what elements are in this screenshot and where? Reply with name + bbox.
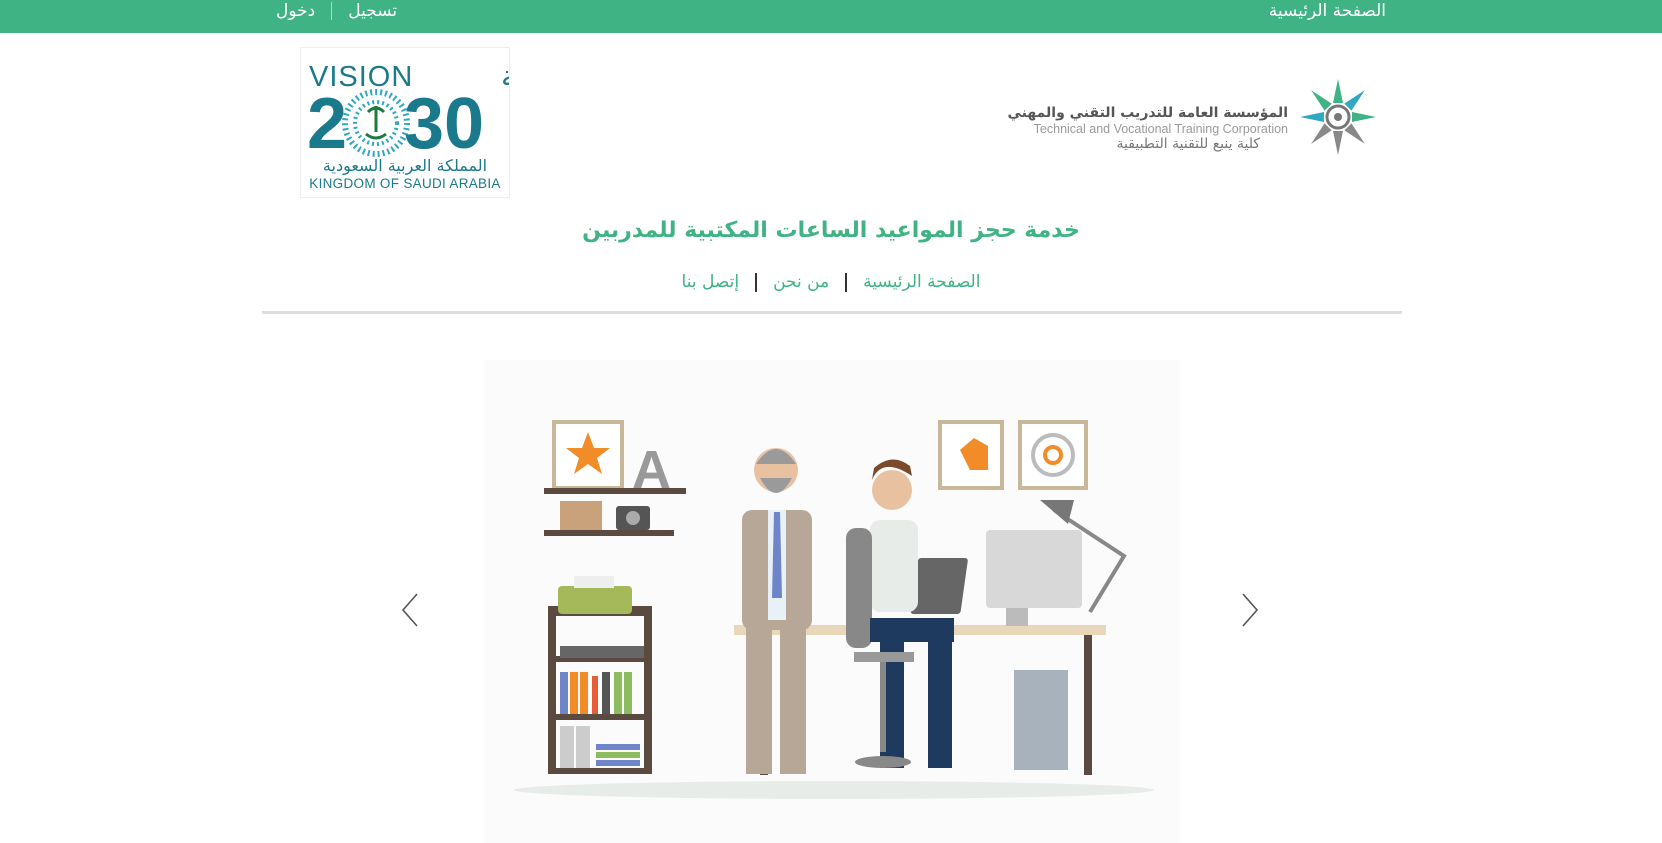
auth-separator (331, 2, 333, 20)
register-link[interactable]: تسجيل (348, 0, 397, 22)
emblem-icon (342, 89, 410, 157)
header-divider (262, 311, 1402, 314)
nav-about[interactable]: من نحن (773, 271, 829, 293)
kingdom-english: KINGDOM OF SAUDI ARABIA (309, 176, 500, 191)
star-frame (552, 420, 624, 490)
nav-separator (845, 272, 848, 292)
chevron-right-icon (1242, 593, 1259, 627)
year-left-digit: 2 (307, 84, 347, 164)
carousel-next-button[interactable] (1235, 590, 1265, 630)
tvtc-english-name: Technical and Vocational Training Corpor… (1033, 122, 1288, 136)
auth-links: دخول تسجيل (276, 0, 397, 22)
service-title: خدمة حجز المواعيد الساعات المكتبية للمدر… (582, 218, 1080, 243)
nav-home[interactable]: الصفحة الرئيسية (863, 271, 980, 293)
kingdom-arabic: المملكة العربية السعودية (323, 156, 487, 176)
tvtc-arabic-name: المؤسسة العامة للتدريب التقني والمهني (1007, 105, 1289, 121)
top-bar: الصفحة الرئيسية دخول تسجيل (0, 0, 1662, 33)
year-right-digits: 30 (404, 84, 484, 164)
chevron-left-icon (401, 593, 418, 627)
tvtc-logo: المؤسسة العامة للتدريب التقني والمهني Te… (1008, 75, 1380, 165)
vision-2030-logo: VISION رؤيـــة 2 30 المملكة العربية السع… (300, 47, 510, 198)
college-name: كلية ينبع للتقنية التطبيقية (1116, 136, 1260, 152)
image-carousel: A (360, 330, 1300, 843)
top-home-link[interactable]: الصفحة الرئيسية (1269, 0, 1386, 22)
carousel-slide-office-illustration: A (484, 360, 1180, 843)
carousel-prev-button[interactable] (395, 590, 425, 630)
nav-contact[interactable]: إتصل بنا (682, 271, 740, 293)
tvtc-emblem-icon (1300, 75, 1380, 163)
nav-separator (755, 272, 758, 292)
vision-arabic-word: رؤيـــة (501, 59, 509, 93)
main-nav: الصفحة الرئيسية من نحن إتصل بنا (0, 271, 1662, 293)
login-link[interactable]: دخول (276, 0, 315, 22)
